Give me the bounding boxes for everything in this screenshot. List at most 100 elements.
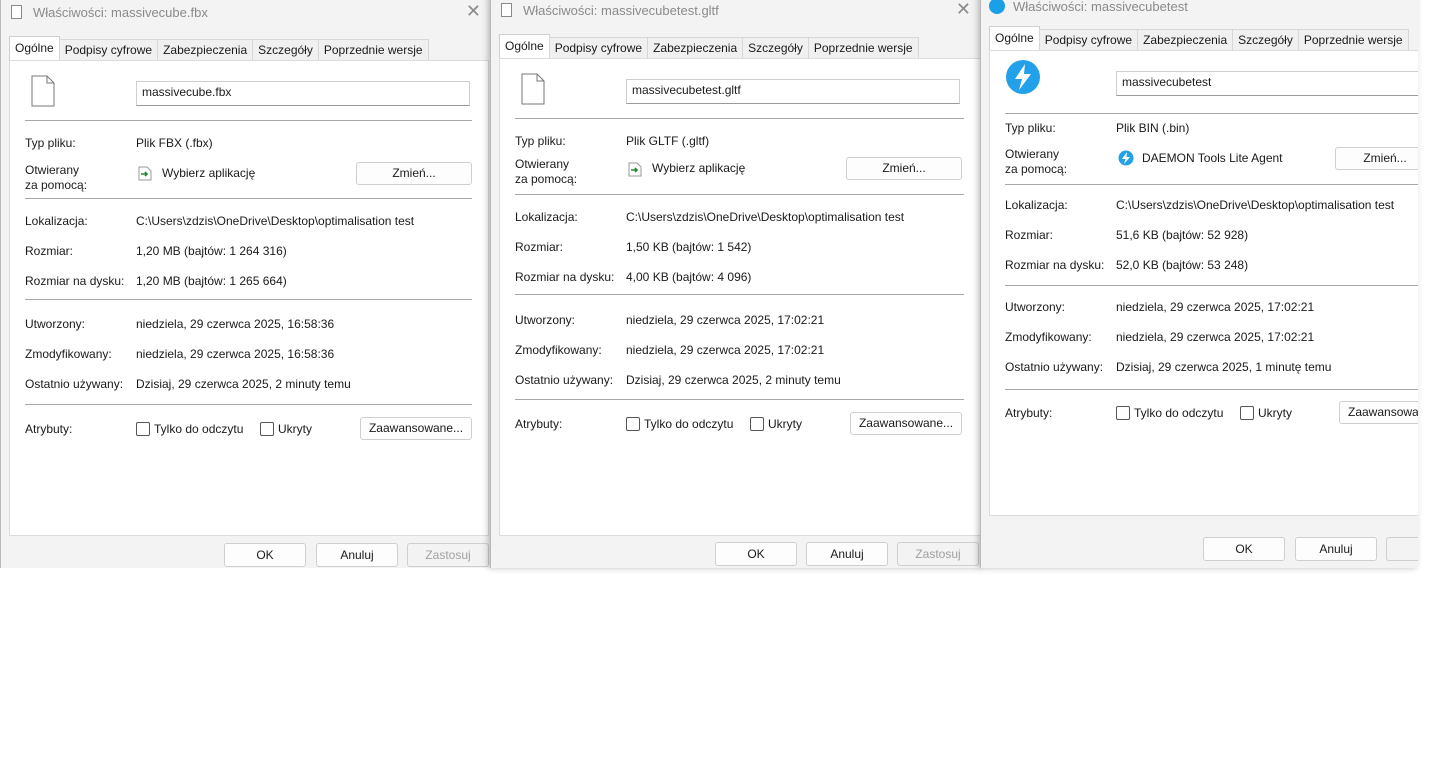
window-title: Właściwości: massivecubetest — [1013, 0, 1188, 14]
change-button[interactable]: Zmień... — [846, 157, 962, 180]
size-value: 1,50 KB (bajtów: 1 542) — [626, 240, 752, 254]
tab-strip: Ogólne Podpisy cyfrowe Zabezpieczenia Sz… — [989, 26, 1409, 50]
ok-button[interactable]: OK — [224, 543, 306, 567]
apply-button[interactable]: Zastosuj — [897, 542, 979, 566]
size-on-disk-label: Rozmiar na dysku: — [1005, 258, 1105, 272]
checkbox-box[interactable] — [260, 422, 274, 436]
type-value: Plik FBX (.fbx) — [136, 136, 213, 150]
tab-security[interactable]: Zabezpieczenia — [647, 37, 744, 58]
hidden-checkbox[interactable]: Ukryty — [260, 422, 312, 436]
hidden-label: Ukryty — [768, 417, 802, 431]
cancel-button[interactable]: Anuluj — [316, 543, 398, 567]
modified-label: Zmodyfikowany: — [25, 347, 112, 361]
opens-with-value: DAEMON Tools Lite Agent — [1142, 151, 1283, 165]
divider — [515, 399, 964, 400]
general-panel: massivecube.fbx Typ pliku: Plik FBX (.fb… — [9, 60, 489, 536]
hidden-checkbox[interactable]: Ukryty — [750, 417, 802, 431]
location-value: C:\Users\zdzis\OneDrive\Desktop\optimali… — [136, 214, 415, 228]
modified-value: niedziela, 29 czerwca 2025, 16:58:36 — [136, 347, 335, 361]
checkbox-box[interactable] — [626, 417, 640, 431]
tab-security[interactable]: Zabezpieczenia — [157, 39, 254, 60]
readonly-checkbox[interactable]: Tylko do odczytu — [136, 422, 243, 436]
tab-digital-signatures[interactable]: Podpisy cyfrowe — [548, 37, 649, 58]
modified-value: niedziela, 29 czerwca 2025, 17:02:21 — [1116, 330, 1315, 344]
size-on-disk-value: 4,00 KB (bajtów: 4 096) — [626, 270, 752, 284]
tab-general[interactable]: Ogólne — [989, 26, 1040, 50]
advanced-button[interactable]: Zaawansowa — [1339, 401, 1418, 424]
location-label: Lokalizacja: — [1005, 198, 1068, 212]
daemon-tools-small-icon — [1118, 150, 1134, 166]
tab-digital-signatures[interactable]: Podpisy cyfrowe — [58, 39, 159, 60]
attributes-label: Atrybuty: — [515, 417, 563, 431]
ok-button[interactable]: OK — [715, 542, 797, 566]
readonly-label: Tylko do odczytu — [644, 417, 734, 431]
checkbox-box[interactable] — [1116, 406, 1130, 420]
opens-with-label-line1: Otwierany — [25, 163, 80, 177]
tab-previous-versions[interactable]: Poprzednie wersje — [1297, 29, 1409, 50]
window-title: Właściwości: massivecube.fbx — [33, 5, 208, 20]
opens-with-value: Wybierz aplikację — [652, 161, 746, 175]
size-on-disk-label: Rozmiar na dysku: — [25, 274, 125, 288]
properties-dialog-gltf: Właściwości: massivecubetest.gltf ✕ Ogól… — [490, 0, 982, 568]
type-value: Plik GLTF (.gltf) — [626, 134, 710, 148]
accessed-value: Dzisiaj, 29 czerwca 2025, 1 minutę temu — [1116, 360, 1332, 374]
readonly-checkbox[interactable]: Tylko do odczytu — [1116, 406, 1223, 420]
file-icon — [501, 3, 512, 17]
tab-strip: Ogólne Podpisy cyfrowe Zabezpieczenia Sz… — [9, 36, 429, 60]
change-button[interactable]: Zmień... — [1335, 147, 1418, 170]
tab-general[interactable]: Ogólne — [9, 36, 60, 60]
opens-with-label-line2: za pomocą: — [515, 172, 578, 186]
cancel-button[interactable]: Anuluj — [1295, 537, 1377, 561]
readonly-checkbox[interactable]: Tylko do odczytu — [626, 417, 733, 431]
checkbox-box[interactable] — [1240, 406, 1254, 420]
filename-input[interactable]: massivecube.fbx — [136, 81, 470, 106]
advanced-button[interactable]: Zaawansowane... — [360, 417, 472, 440]
tab-details[interactable]: Szczegóły — [742, 37, 809, 58]
divider — [1005, 184, 1418, 185]
location-label: Lokalizacja: — [25, 214, 88, 228]
hidden-label: Ukryty — [1258, 406, 1292, 420]
apply-button-partial[interactable]: Za — [1386, 537, 1418, 561]
close-icon[interactable]: ✕ — [466, 1, 481, 22]
location-label: Lokalizacja: — [515, 210, 578, 224]
choose-app-icon — [628, 162, 642, 177]
filename-input[interactable]: massivecubetest.gltf — [626, 79, 960, 104]
cancel-button[interactable]: Anuluj — [806, 542, 888, 566]
divider — [25, 299, 472, 300]
general-panel: massivecubetest Typ pliku: Plik BIN (.bi… — [989, 50, 1418, 516]
modified-value: niedziela, 29 czerwca 2025, 17:02:21 — [626, 343, 825, 357]
divider — [25, 120, 472, 121]
filename-input[interactable]: massivecubetest — [1116, 71, 1418, 96]
accessed-label: Ostatnio używany: — [515, 373, 614, 387]
tab-general[interactable]: Ogólne — [499, 34, 550, 58]
change-button[interactable]: Zmień... — [356, 162, 472, 185]
tab-details[interactable]: Szczegóły — [252, 39, 319, 60]
tab-security[interactable]: Zabezpieczenia — [1137, 29, 1234, 50]
daemon-tools-bolt-icon — [1006, 60, 1040, 94]
created-value: niedziela, 29 czerwca 2025, 16:58:36 — [136, 317, 335, 331]
advanced-button[interactable]: Zaawansowane... — [850, 412, 962, 435]
readonly-label: Tylko do odczytu — [154, 422, 244, 436]
ok-button[interactable]: OK — [1203, 537, 1285, 561]
choose-app-icon — [138, 166, 152, 181]
modified-label: Zmodyfikowany: — [515, 343, 602, 357]
created-label: Utworzony: — [515, 313, 576, 327]
checkbox-box[interactable] — [750, 417, 764, 431]
tab-previous-versions[interactable]: Poprzednie wersje — [807, 37, 919, 58]
general-panel: massivecubetest.gltf Typ pliku: Plik GLT… — [499, 58, 981, 536]
accessed-label: Ostatnio używany: — [1005, 360, 1104, 374]
divider — [1005, 113, 1418, 114]
close-icon[interactable]: ✕ — [956, 0, 971, 20]
apply-button[interactable]: Zastosuj — [407, 543, 489, 567]
divider — [515, 118, 964, 119]
hidden-checkbox[interactable]: Ukryty — [1240, 406, 1292, 420]
tab-digital-signatures[interactable]: Podpisy cyfrowe — [1038, 29, 1139, 50]
title-bar: Właściwości: massivecubetest — [981, 0, 1418, 22]
tab-details[interactable]: Szczegóły — [1232, 29, 1299, 50]
divider — [25, 198, 472, 199]
tab-previous-versions[interactable]: Poprzednie wersje — [317, 39, 429, 60]
document-icon — [521, 73, 545, 105]
size-on-disk-label: Rozmiar na dysku: — [515, 270, 615, 284]
checkbox-box[interactable] — [136, 422, 150, 436]
hidden-label: Ukryty — [278, 422, 312, 436]
